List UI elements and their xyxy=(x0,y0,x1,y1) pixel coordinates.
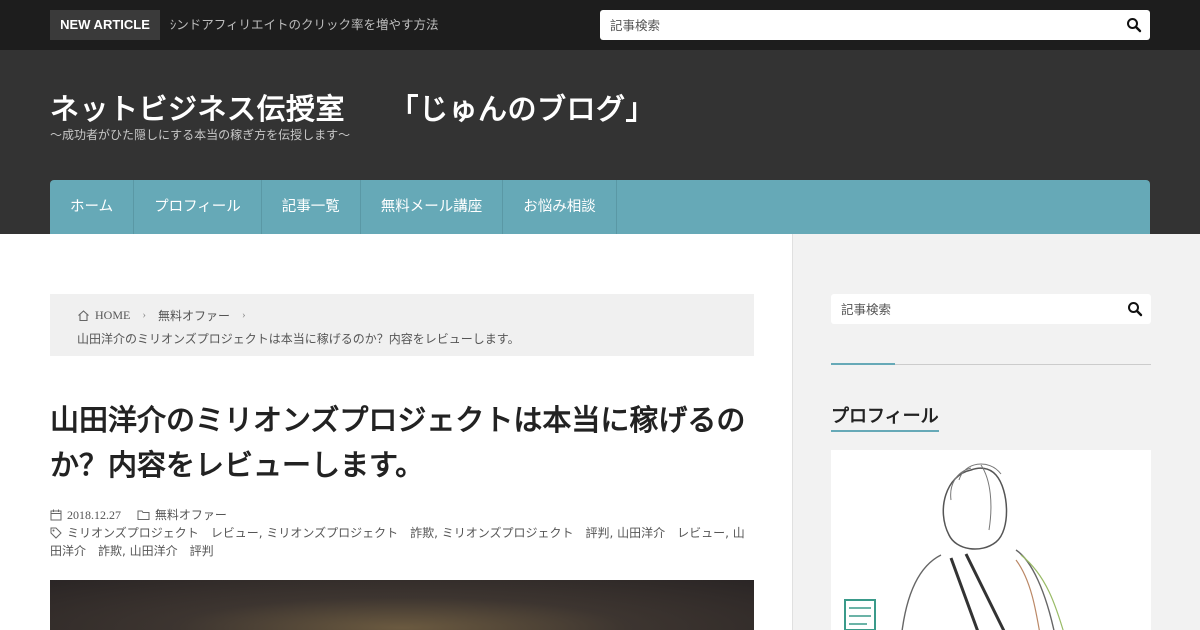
post-meta: 2018.12.27 無料オファー ミリオンズプロジェクト レビュー, ミリオン… xyxy=(50,506,754,560)
site-title[interactable]: ネットビジネス伝授室 「じゅんのブログ」 xyxy=(50,86,655,128)
profile-heading: プロフィール xyxy=(831,402,939,432)
post-featured-image xyxy=(50,580,754,630)
post-category-link[interactable]: 無料オファー xyxy=(155,508,227,522)
main-content: HOME › 無料オファー › 山田洋介のミリオンズプロジェクトは本当に稼げるの… xyxy=(0,234,792,630)
nav-item-home[interactable]: ホーム xyxy=(50,180,135,234)
sidebar-divider-accent xyxy=(831,363,895,365)
post-tags[interactable]: ミリオンズプロジェクト レビュー, ミリオンズプロジェクト 詐欺, ミリオンズプ… xyxy=(50,526,745,558)
breadcrumb-current: 山田洋介のミリオンズプロジェクトは本当に稼げるのか？内容をレビューします。 xyxy=(77,332,520,346)
post-title: 山田洋介のミリオンズプロジェクトは本当に稼げるのか？内容をレビューします。 xyxy=(50,403,746,482)
sidebar-search-input[interactable] xyxy=(831,294,1111,324)
calendar-icon xyxy=(50,509,62,521)
profile-illustration xyxy=(844,463,1064,630)
chevron-right-icon: › xyxy=(142,309,147,321)
breadcrumb: HOME › 無料オファー › 山田洋介のミリオンズプロジェクトは本当に稼げるの… xyxy=(50,294,754,356)
search-icon[interactable] xyxy=(1126,17,1142,33)
search-icon[interactable] xyxy=(1127,301,1143,317)
sidebar-search-form xyxy=(831,294,1151,324)
nav-item-article-list[interactable]: 記事一覧 xyxy=(262,180,361,234)
post-date: 2018.12.27 xyxy=(67,508,121,522)
breadcrumb-home-link[interactable]: HOME xyxy=(95,308,130,323)
profile-image xyxy=(831,450,1151,630)
new-article-badge: NEW ARTICLE xyxy=(50,10,160,40)
nav-item-mail-course[interactable]: 無料メール講座 xyxy=(361,180,504,234)
site-tagline: ～成功者がひた隠しにする本当の稼ぎ方を伝授します～ xyxy=(50,128,351,142)
top-bar: NEW ARTICLE ｼンドアフィリエイトのクリック率を増やす方法 xyxy=(0,0,1200,50)
global-nav: ホーム プロフィール 記事一覧 無料メール講座 お悩み相談 xyxy=(50,180,1150,234)
top-search-input[interactable] xyxy=(600,10,1100,40)
new-article-ticker-link[interactable]: ｼンドアフィリエイトのクリック率を増やす方法 xyxy=(170,10,550,40)
nav-item-profile[interactable]: プロフィール xyxy=(134,180,262,234)
breadcrumb-category-link[interactable]: 無料オファー xyxy=(158,307,230,324)
chevron-right-icon: › xyxy=(242,309,246,321)
folder-icon xyxy=(137,510,150,520)
top-search-form xyxy=(600,10,1150,40)
tag-icon xyxy=(50,527,62,539)
sidebar: プロフィール xyxy=(792,234,1200,630)
home-icon xyxy=(78,309,89,321)
nav-item-consultation[interactable]: お悩み相談 xyxy=(503,180,617,234)
